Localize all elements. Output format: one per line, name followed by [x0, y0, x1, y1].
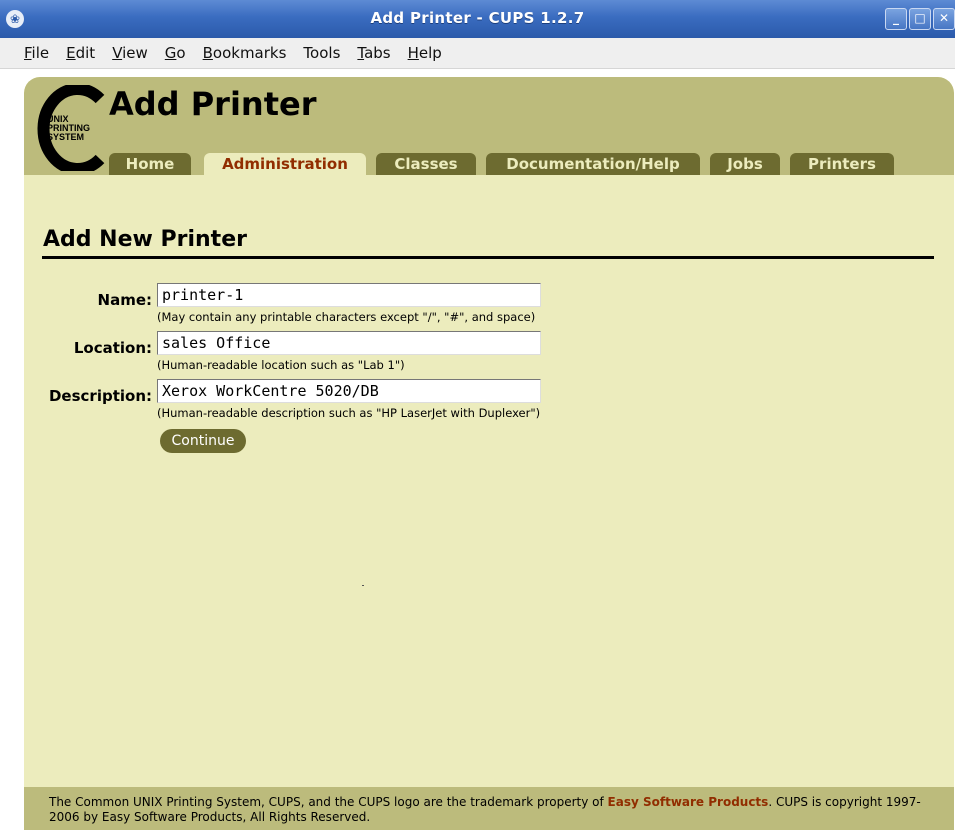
name-hint: (May contain any printable characters ex… [157, 310, 536, 324]
menu-tools[interactable]: Tools [294, 44, 348, 62]
menu-file[interactable]: File [0, 44, 57, 62]
menu-help[interactable]: Help [399, 44, 450, 62]
location-hint: (Human-readable location such as "Lab 1"… [157, 358, 405, 372]
tab-home[interactable]: Home [109, 153, 191, 175]
section-title: Add New Printer [43, 227, 247, 252]
cups-page: UNIX PRINTING SYSTEM Add Printer Home Ad… [24, 77, 954, 830]
section-divider [42, 256, 934, 259]
window-controls: _ □ ✕ [885, 8, 955, 30]
tab-documentation-help[interactable]: Documentation/Help [486, 153, 700, 175]
tab-printers[interactable]: Printers [790, 153, 894, 175]
page-title: Add Printer [109, 85, 317, 123]
minimize-icon[interactable]: _ [885, 8, 907, 30]
menu-tabs[interactable]: Tabs [348, 44, 398, 62]
description-input[interactable] [157, 379, 541, 403]
window-titlebar: ❀ Add Printer - CUPS 1.2.7 _ □ ✕ [0, 0, 955, 39]
stray-dot [362, 585, 364, 586]
location-input[interactable] [157, 331, 541, 355]
nav-tabs: Home Administration Classes Documentatio… [24, 153, 954, 175]
menu-go[interactable]: Go [156, 44, 194, 62]
menu-bookmarks[interactable]: Bookmarks [194, 44, 295, 62]
tab-administration[interactable]: Administration [204, 153, 366, 175]
menu-edit[interactable]: Edit [57, 44, 103, 62]
browser-viewport: UNIX PRINTING SYSTEM Add Printer Home Ad… [0, 69, 955, 830]
window-title: Add Printer - CUPS 1.2.7 [370, 9, 585, 27]
close-icon[interactable]: ✕ [933, 8, 955, 30]
maximize-icon[interactable]: □ [909, 8, 931, 30]
continue-button[interactable]: Continue [160, 429, 246, 453]
easy-software-link[interactable]: Easy Software Products [608, 795, 769, 809]
description-hint: (Human-readable description such as "HP … [157, 406, 541, 420]
location-label: Location: [73, 339, 152, 357]
menu-bar: File Edit View Go Bookmarks Tools Tabs H… [0, 38, 955, 69]
footer: The Common UNIX Printing System, CUPS, a… [24, 787, 954, 830]
description-label: Description: [48, 387, 152, 405]
name-label: Name: [97, 291, 152, 309]
tab-jobs[interactable]: Jobs [710, 153, 780, 175]
name-input[interactable] [157, 283, 541, 307]
footer-text-before: The Common UNIX Printing System, CUPS, a… [49, 795, 608, 809]
tab-classes[interactable]: Classes [376, 153, 476, 175]
footer-text: The Common UNIX Printing System, CUPS, a… [49, 795, 929, 825]
logo-text-system: SYSTEM [47, 132, 84, 142]
menu-view[interactable]: View [103, 44, 156, 62]
